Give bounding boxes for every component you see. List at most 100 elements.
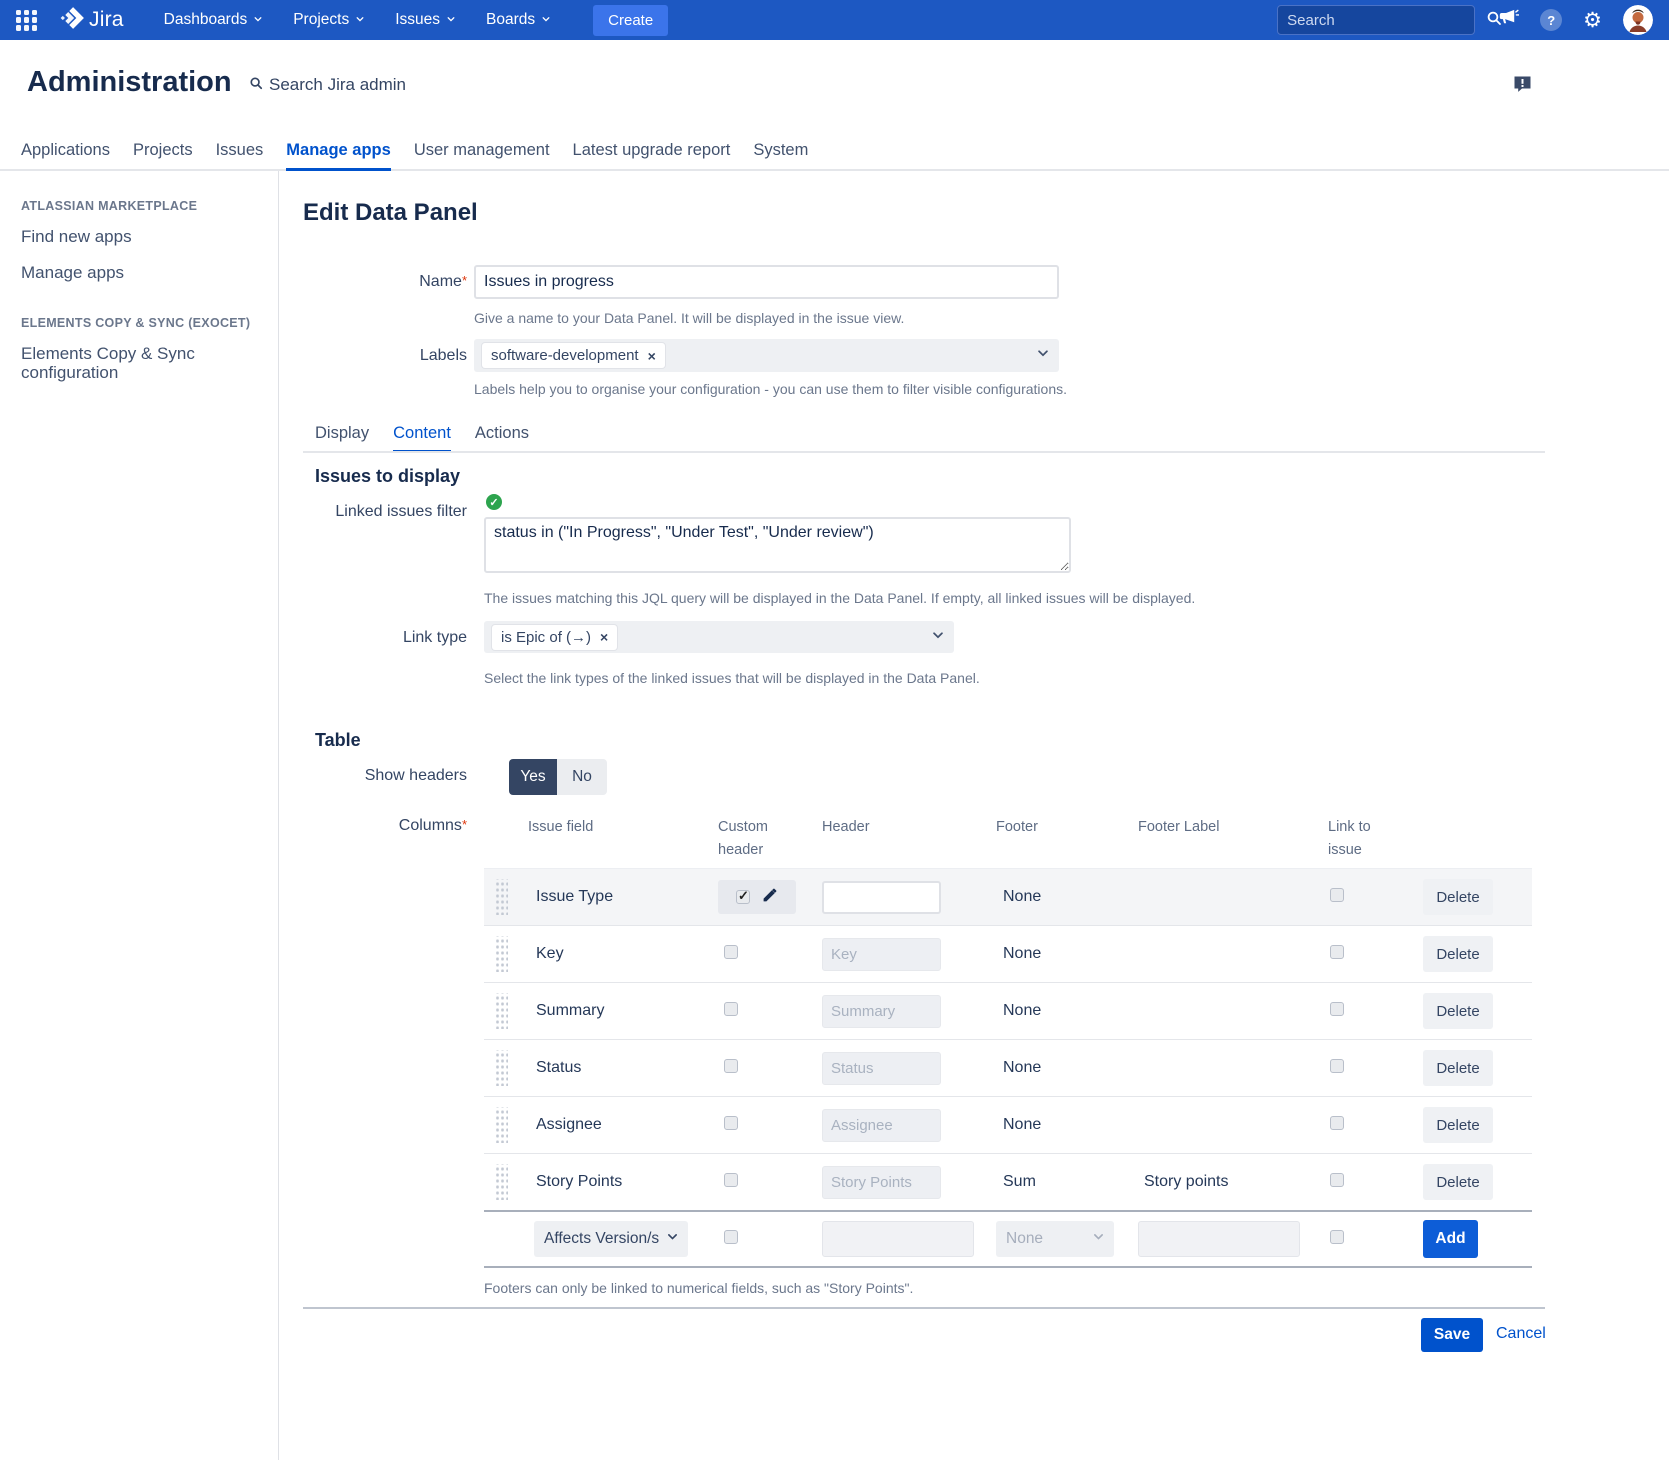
save-button[interactable]: Save <box>1421 1318 1483 1352</box>
nav-dashboards[interactable]: Dashboards <box>164 11 264 29</box>
delete-button[interactable]: Delete <box>1423 1164 1493 1200</box>
tabs-divider <box>303 451 1545 453</box>
footer-value: None <box>996 888 1138 906</box>
tab-issues[interactable]: Issues <box>216 135 264 171</box>
delete-button[interactable]: Delete <box>1423 993 1493 1029</box>
header-link-to-issue: Link to issue <box>1328 816 1412 862</box>
issues-to-display-heading: Issues to display <box>315 466 460 487</box>
chip-remove-icon[interactable]: × <box>648 349 656 363</box>
feedback-icon[interactable] <box>1512 74 1533 100</box>
name-input[interactable] <box>474 265 1059 299</box>
required-asterisk: * <box>462 273 467 288</box>
table-row-summary: Summary None Delete <box>484 982 1532 1039</box>
tab-applications[interactable]: Applications <box>21 135 110 171</box>
app-switcher-icon[interactable] <box>16 10 37 31</box>
tab-projects[interactable]: Projects <box>133 135 193 171</box>
link-to-issue-checkbox[interactable] <box>1330 888 1344 902</box>
header-input-summary[interactable] <box>822 995 941 1028</box>
admin-tabbar: Applications Projects Issues Manage apps… <box>0 135 1669 171</box>
labels-label: Labels <box>303 347 467 365</box>
labels-select[interactable]: software-development × <box>474 339 1059 372</box>
chip-remove-icon[interactable]: × <box>600 630 608 644</box>
nav-issues[interactable]: Issues <box>395 11 456 29</box>
footer-select[interactable]: None <box>996 1221 1114 1257</box>
gear-icon[interactable]: ⚙ <box>1583 10 1602 31</box>
link-type-select[interactable]: is Epic of (→) × <box>484 621 954 653</box>
pencil-icon[interactable] <box>762 887 778 908</box>
tab-latest-upgrade-report[interactable]: Latest upgrade report <box>573 135 731 171</box>
table-heading: Table <box>315 730 361 751</box>
link-type-label: Link type <box>303 629 467 647</box>
top-navbar: Jira Dashboards Projects Issues Boards <box>0 0 1669 40</box>
header-input-status[interactable] <box>822 1052 941 1085</box>
header-input-story-points[interactable] <box>822 1166 941 1199</box>
navbar-menu: Dashboards Projects Issues Boards <box>164 11 552 29</box>
admin-search[interactable]: Search Jira admin <box>249 75 406 95</box>
filter-help-text: The issues matching this JQL query will … <box>484 590 1195 606</box>
megaphone-icon[interactable] <box>1496 6 1519 34</box>
link-to-issue-checkbox[interactable] <box>1330 1116 1344 1130</box>
tab-system[interactable]: System <box>753 135 808 171</box>
issue-field-select[interactable]: Affects Version/s <box>534 1221 688 1257</box>
custom-header-checkbox[interactable] <box>724 945 738 959</box>
tab-manage-apps[interactable]: Manage apps <box>286 135 391 171</box>
cancel-link[interactable]: Cancel <box>1496 1325 1546 1343</box>
custom-header-checkbox[interactable] <box>724 1059 738 1073</box>
help-icon[interactable]: ? <box>1540 9 1562 31</box>
link-to-issue-checkbox[interactable] <box>1330 1173 1344 1187</box>
tab-content[interactable]: Content <box>393 424 451 453</box>
new-footer-label-input[interactable] <box>1138 1221 1300 1257</box>
navbar-search[interactable] <box>1277 5 1475 35</box>
chevron-down-icon <box>931 628 945 647</box>
columns-table-header: Issue field Custom header Header Footer … <box>484 816 1532 862</box>
delete-button[interactable]: Delete <box>1423 936 1493 972</box>
link-to-issue-checkbox[interactable] <box>1330 1002 1344 1016</box>
delete-button[interactable]: Delete <box>1423 1107 1493 1143</box>
custom-header-checkbox[interactable] <box>724 1116 738 1130</box>
custom-header-checkbox[interactable] <box>736 890 750 904</box>
nav-projects[interactable]: Projects <box>293 11 365 29</box>
link-to-issue-checkbox[interactable] <box>1330 1059 1344 1073</box>
header-input-key[interactable] <box>822 938 941 971</box>
header-input-assignee[interactable] <box>822 1109 941 1142</box>
tab-display[interactable]: Display <box>315 424 369 453</box>
link-to-issue-checkbox[interactable] <box>1330 945 1344 959</box>
name-label: Name* <box>303 273 467 291</box>
drag-handle[interactable] <box>494 936 508 972</box>
toggle-yes[interactable]: Yes <box>509 759 557 795</box>
header-custom-header: Custom header <box>718 816 822 862</box>
drag-handle[interactable] <box>494 993 508 1029</box>
nav-boards[interactable]: Boards <box>486 11 551 29</box>
create-button[interactable]: Create <box>593 5 668 36</box>
tab-user-management[interactable]: User management <box>414 135 550 171</box>
tab-actions[interactable]: Actions <box>475 424 529 453</box>
drag-handle[interactable] <box>494 879 508 915</box>
chevron-down-icon <box>541 11 551 29</box>
labels-help-text: Labels help you to organise your configu… <box>474 381 1067 397</box>
avatar[interactable] <box>1623 5 1653 35</box>
table-row-key: Key None Delete <box>484 925 1532 982</box>
navbar-search-input[interactable] <box>1287 12 1486 29</box>
delete-button[interactable]: Delete <box>1423 1050 1493 1086</box>
custom-header-checkbox[interactable] <box>724 1173 738 1187</box>
drag-handle[interactable] <box>494 1050 508 1086</box>
add-button[interactable]: Add <box>1423 1220 1478 1258</box>
link-to-issue-checkbox[interactable] <box>1330 1230 1344 1244</box>
jira-logo-icon <box>59 5 85 36</box>
header-input-issue-type[interactable] <box>822 881 941 914</box>
issue-field-name: Story Points <box>528 1173 718 1191</box>
drag-handle[interactable] <box>494 1107 508 1143</box>
delete-button[interactable]: Delete <box>1423 879 1493 915</box>
jql-filter-textarea[interactable]: status in ("In Progress", "Under Test", … <box>484 517 1071 573</box>
toggle-no[interactable]: No <box>557 759 607 795</box>
new-header-input[interactable] <box>822 1221 974 1257</box>
sidebar-item-find-new-apps[interactable]: Find new apps <box>21 227 236 246</box>
custom-header-checkbox[interactable] <box>724 1002 738 1016</box>
sidebar-item-manage-apps[interactable]: Manage apps <box>21 263 236 282</box>
drag-handle[interactable] <box>494 1164 508 1200</box>
add-column-row: Affects Version/s None Add <box>484 1210 1532 1268</box>
sidebar-item-elements-configuration[interactable]: Elements Copy & Sync configuration <box>21 344 236 382</box>
name-help-text: Give a name to your Data Panel. It will … <box>474 310 904 326</box>
jira-logo[interactable]: Jira <box>59 5 124 36</box>
custom-header-checkbox[interactable] <box>724 1230 738 1244</box>
